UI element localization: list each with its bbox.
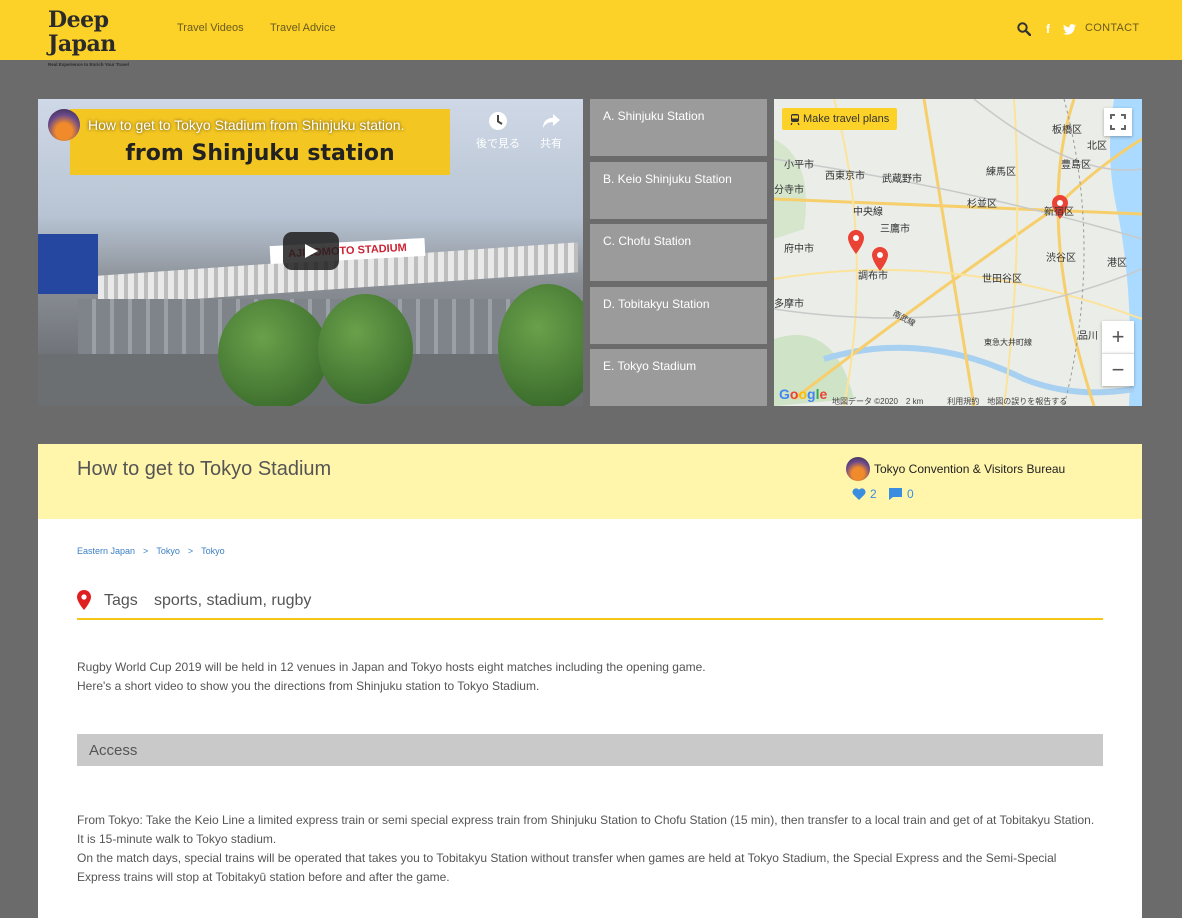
map-label-shinjuku: 新宿区 <box>1044 207 1074 218</box>
fullscreen-icon <box>1110 114 1126 130</box>
breadcrumb-separator: > <box>187 546 194 556</box>
map-footer[interactable]: 地図データ ©2020 2 km 利用規約 地図の誤りを報告する <box>832 396 1067 406</box>
map-label-mitaka: 三鷹市 <box>880 224 910 235</box>
intro-paragraph: Here's a short video to show you the dir… <box>77 679 540 693</box>
channel-avatar[interactable] <box>48 109 80 141</box>
station-item-d[interactable]: D. Tobitakyu Station <box>590 287 767 344</box>
author-avatar[interactable] <box>846 457 870 481</box>
tags-row: Tags sports, stadium, rugby <box>77 590 1103 620</box>
zoom-out-button[interactable]: − <box>1102 353 1134 386</box>
station-item-e[interactable]: E. Tokyo Stadium <box>590 349 767 406</box>
station-item-b[interactable]: B. Keio Shinjuku Station <box>590 162 767 219</box>
tags-list[interactable]: sports, stadium, rugby <box>154 592 311 610</box>
play-icon <box>305 244 318 258</box>
map-label-chuo-line: 中央線 <box>853 207 883 218</box>
map-label-musashino: 武蔵野市 <box>882 174 922 185</box>
access-paragraph: It is 15-minute walk to Tokyo stadium. <box>77 832 277 846</box>
likes-button[interactable]: 2 <box>852 487 877 501</box>
map-label-suginami: 杉並区 <box>967 199 997 210</box>
watch-later-label: 後で見る <box>476 138 520 150</box>
clock-icon <box>489 112 507 130</box>
access-heading: Access <box>89 742 138 759</box>
make-travel-plans-label: Make travel plans <box>803 113 890 125</box>
map-label-toshima: 豊島区 <box>1061 160 1091 171</box>
video-banner-text: from Shinjuku station <box>125 141 395 166</box>
location-pin-icon <box>77 590 91 610</box>
page-title: How to get to Tokyo Stadium <box>77 458 332 480</box>
logo-tagline: Real Experience to Enrich Your Travel <box>48 62 129 67</box>
map-label-nerima: 練馬区 <box>986 167 1016 178</box>
map-label-toyoko: 東急大井町線 <box>984 338 1032 347</box>
map-label-tama: 多摩市 <box>774 299 804 310</box>
map-pin-d-icon[interactable] <box>848 230 864 254</box>
article-body: Eastern Japan > Tokyo > Tokyo Tags sports, s… <box>38 519 1142 918</box>
make-travel-plans-button[interactable]: Make travel plans <box>782 108 898 130</box>
heart-icon <box>852 488 866 500</box>
zoom-in-button[interactable]: + <box>1102 321 1134 353</box>
station-item-a[interactable]: A. Shinjuku Station <box>590 99 767 156</box>
facebook-icon[interactable]: f <box>1043 20 1053 38</box>
comment-icon <box>889 488 902 500</box>
comments-count: 0 <box>907 487 914 501</box>
play-button[interactable] <box>283 232 339 270</box>
video-scene-tree <box>218 299 328 406</box>
article-header: How to get to Tokyo Stadium Tokyo Conven… <box>38 444 1142 519</box>
video-title[interactable]: How to get to Tokyo Stadium from Shinjuk… <box>88 117 404 133</box>
video-player[interactable]: AJINOMOTO STADIUM from Shinjuku station … <box>38 99 583 406</box>
station-item-c[interactable]: C. Chofu Station <box>590 224 767 281</box>
map-label-setagaya: 世田谷区 <box>982 274 1022 285</box>
intro-text: Rugby World Cup 2019 will be held in 12 … <box>77 658 706 696</box>
share-label: 共有 <box>540 138 562 150</box>
map-label-nishitokyo: 西東京市 <box>825 171 865 182</box>
site-logo[interactable]: Deep Japan Real Experience to Enrich You… <box>48 8 143 67</box>
map-label-kokubunji: 分寺市 <box>774 185 804 196</box>
breadcrumb-item[interactable]: Tokyo <box>156 546 180 556</box>
site-header: Deep Japan Real Experience to Enrich You… <box>0 0 1182 67</box>
share-button[interactable]: 共有 <box>526 111 576 151</box>
map-label-kita: 北区 <box>1087 141 1107 152</box>
search-icon[interactable] <box>1016 20 1032 38</box>
map-label-minato: 港区 <box>1107 258 1127 269</box>
breadcrumb-separator: > <box>143 546 149 556</box>
map-label-itabashi: 板橋区 <box>1052 125 1082 136</box>
nav-travel-videos[interactable]: Travel Videos <box>177 22 244 34</box>
likes-count: 2 <box>870 487 877 501</box>
logo-text: Deep Japan <box>48 7 116 57</box>
tags-label: Tags <box>104 592 138 609</box>
twitter-icon[interactable] <box>1062 20 1076 38</box>
map-label-fuchu: 府中市 <box>784 244 814 255</box>
contact-link[interactable]: CONTACT <box>1085 22 1139 34</box>
fullscreen-button[interactable] <box>1104 108 1132 136</box>
watch-later-button[interactable]: 後で見る <box>473 111 523 151</box>
map-label-kodaira: 小平市 <box>784 160 814 171</box>
train-icon <box>790 113 800 125</box>
nav-travel-advice[interactable]: Travel Advice <box>270 22 336 34</box>
access-text: From Tokyo: Take the Keio Line a limited… <box>77 811 1097 887</box>
map-widget[interactable]: 小平市 西東京市 武蔵野市 板橋区 北区 練馬区 豊島区 分寺市 中央線 杉並区… <box>774 99 1142 406</box>
video-scene-tree <box>318 294 413 404</box>
map-label-shinagawa: 品川 <box>1078 331 1098 342</box>
intro-paragraph: Rugby World Cup 2019 will be held in 12 … <box>77 660 706 674</box>
author-name[interactable]: Tokyo Convention & Visitors Bureau <box>874 462 1065 476</box>
access-paragraph: From Tokyo: Take the Keio Line a limited… <box>77 813 1095 827</box>
access-section-header: Access <box>77 734 1103 766</box>
share-icon <box>543 114 560 128</box>
video-scene-blue-wall <box>38 234 98 294</box>
map-label-shibuya: 渋谷区 <box>1046 253 1076 264</box>
breadcrumb: Eastern Japan > Tokyo > Tokyo <box>77 546 225 556</box>
access-paragraph: On the match days, special trains will b… <box>77 851 1057 884</box>
comments-button[interactable]: 0 <box>889 487 914 501</box>
breadcrumb-item[interactable]: Tokyo <box>201 546 225 556</box>
map-label-chofu: 調布市 <box>858 271 888 282</box>
breadcrumb-item[interactable]: Eastern Japan <box>77 546 135 556</box>
google-logo: Google <box>779 386 828 402</box>
